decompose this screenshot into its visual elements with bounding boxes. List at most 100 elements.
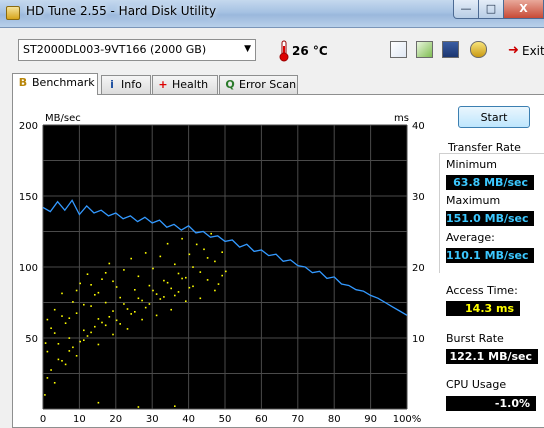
exit-button[interactable]: Exit bbox=[522, 44, 544, 58]
access-time-point bbox=[61, 315, 63, 317]
access-time-point bbox=[163, 296, 165, 298]
access-time-point bbox=[174, 263, 176, 266]
access-time-point bbox=[148, 303, 151, 305]
access-time-point bbox=[75, 289, 78, 292]
access-time-point bbox=[64, 322, 67, 324]
access-time-point bbox=[159, 255, 162, 258]
access-time-point bbox=[225, 270, 227, 273]
access-time-point bbox=[214, 260, 216, 263]
access-time-point bbox=[119, 296, 121, 299]
access-time-point bbox=[50, 369, 52, 371]
x-tick-label: 100% bbox=[393, 414, 422, 425]
burst-rate-label: Burst Rate bbox=[446, 332, 504, 345]
access-time-point bbox=[46, 318, 49, 321]
access-time-point bbox=[210, 232, 212, 235]
x-tick-label: 0 bbox=[40, 414, 46, 425]
access-time-point bbox=[137, 275, 140, 278]
access-time-point bbox=[112, 310, 114, 312]
drive-select[interactable]: ST2000DL003-9VT166 (2000 GB) ▼ bbox=[18, 39, 256, 61]
access-time-point bbox=[166, 281, 169, 284]
access-time-point bbox=[141, 299, 143, 302]
y-right-tick-label: 40 bbox=[412, 121, 425, 132]
x-tick-label: 30 bbox=[146, 414, 159, 425]
access-time-point bbox=[46, 350, 49, 353]
tab-info[interactable]: i Info bbox=[101, 75, 151, 94]
chevron-down-icon[interactable]: ▼ bbox=[244, 44, 251, 54]
y-right-tick-label: 30 bbox=[412, 192, 425, 203]
y-axis-label: MB/sec bbox=[45, 113, 81, 124]
copy-text-icon[interactable] bbox=[390, 41, 407, 58]
access-time-point bbox=[188, 253, 191, 256]
access-time-point bbox=[185, 276, 187, 279]
access-time-point bbox=[104, 272, 107, 274]
access-time-point bbox=[123, 269, 125, 271]
access-time-point bbox=[152, 267, 154, 270]
access-time-point bbox=[130, 257, 132, 260]
access-time-point bbox=[44, 342, 47, 344]
access-time-point bbox=[61, 292, 63, 295]
access-time-point bbox=[79, 340, 81, 343]
access-time-point bbox=[108, 316, 111, 318]
y-axis-right-label: ms bbox=[394, 113, 409, 124]
tab-health[interactable]: + Health bbox=[152, 75, 218, 94]
average-value: 110.1 MB/sec bbox=[446, 248, 534, 263]
access-time-point bbox=[119, 323, 121, 325]
exit-icon[interactable]: ➜ bbox=[508, 43, 519, 58]
access-time-point bbox=[170, 287, 172, 290]
access-time-point bbox=[79, 282, 81, 285]
access-time-point bbox=[44, 394, 46, 396]
y-tick-label: 200 bbox=[19, 121, 38, 132]
access-time-point bbox=[108, 262, 111, 265]
access-time-point bbox=[144, 252, 147, 254]
minimum-value: 63.8 MB/sec bbox=[446, 175, 534, 190]
access-time-point bbox=[90, 331, 92, 334]
benchmark-icon: B bbox=[18, 76, 28, 89]
access-time-point bbox=[86, 335, 89, 337]
close-button[interactable]: X bbox=[503, 0, 544, 19]
thermometer-icon bbox=[279, 40, 289, 62]
x-tick-label: 20 bbox=[109, 414, 122, 425]
access-time-point bbox=[123, 303, 125, 305]
maximum-value: 151.0 MB/sec bbox=[446, 211, 534, 226]
access-time-point bbox=[134, 289, 136, 291]
access-time-point bbox=[97, 318, 100, 320]
access-time-point bbox=[50, 327, 52, 329]
tab-error-scan-label: Error Scan bbox=[239, 78, 297, 91]
access-time-point bbox=[181, 237, 183, 240]
minimize-button[interactable]: — bbox=[453, 0, 479, 19]
maximum-label: Maximum bbox=[446, 194, 501, 207]
app-icon bbox=[6, 6, 20, 20]
start-button[interactable]: Start bbox=[458, 106, 530, 128]
access-time-point bbox=[97, 401, 100, 404]
access-time-point bbox=[72, 301, 74, 303]
access-time-point bbox=[192, 266, 194, 268]
access-time-point bbox=[185, 300, 187, 302]
health-cross-icon: + bbox=[158, 78, 168, 91]
access-time-point bbox=[217, 283, 220, 285]
access-time-point bbox=[75, 312, 78, 314]
access-time-point bbox=[152, 289, 154, 292]
access-time-point bbox=[137, 297, 140, 300]
access-time-label: Access Time: bbox=[446, 284, 518, 297]
access-time-point bbox=[115, 319, 118, 322]
access-time-point bbox=[159, 298, 162, 300]
copy-screenshot-icon[interactable] bbox=[416, 41, 433, 58]
options-icon[interactable] bbox=[470, 41, 487, 58]
access-time-point bbox=[101, 321, 103, 324]
tab-error-scan[interactable]: Q Error Scan bbox=[219, 75, 298, 94]
access-time-point bbox=[181, 277, 183, 280]
access-time-point bbox=[72, 346, 74, 349]
access-time-point bbox=[206, 279, 209, 281]
access-time-point bbox=[195, 243, 198, 246]
save-icon[interactable] bbox=[442, 41, 459, 58]
x-tick-label: 80 bbox=[328, 414, 341, 425]
x-tick-label: 40 bbox=[182, 414, 195, 425]
access-time-value: 14.3 ms bbox=[446, 301, 520, 316]
access-time-point bbox=[104, 324, 107, 327]
maximize-button[interactable]: □ bbox=[478, 0, 504, 19]
x-tick-label: 90 bbox=[364, 414, 377, 425]
access-time-point bbox=[90, 305, 92, 307]
title-bar[interactable]: HD Tune 2.55 - Hard Disk Utility — □ X bbox=[0, 0, 544, 28]
access-time-point bbox=[61, 360, 63, 362]
tab-benchmark[interactable]: B Benchmark bbox=[12, 73, 98, 95]
